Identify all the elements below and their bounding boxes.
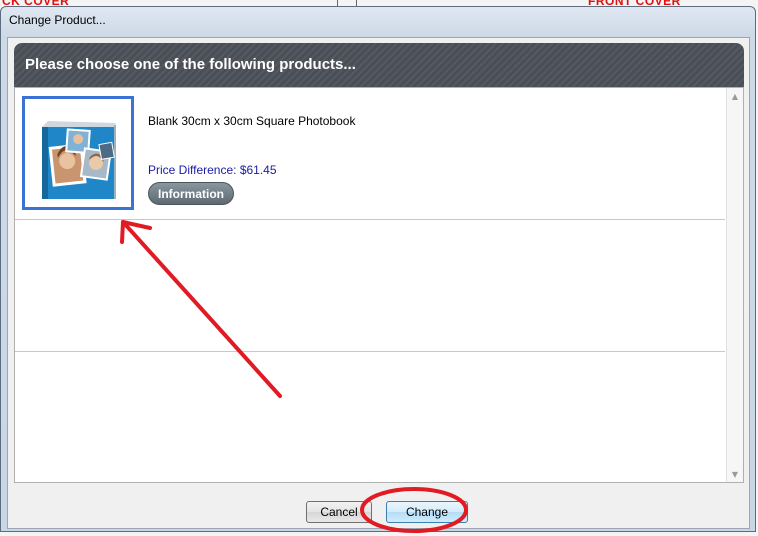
scroll-down-icon[interactable]: ▼: [727, 466, 743, 482]
cancel-button[interactable]: Cancel: [306, 501, 372, 523]
photobook-image: [42, 121, 116, 199]
change-button[interactable]: Change: [386, 501, 468, 523]
product-row[interactable]: Blank 30cm x 30cm Square Photobook Price…: [15, 88, 725, 220]
header-banner: Please choose one of the following produ…: [14, 43, 744, 87]
dialog-content: Please choose one of the following produ…: [7, 37, 750, 529]
list-scrollbar[interactable]: ▲ ▼: [726, 88, 743, 482]
information-button[interactable]: Information: [148, 182, 234, 205]
product-thumbnail[interactable]: [22, 96, 134, 210]
product-name: Blank 30cm x 30cm Square Photobook: [148, 114, 356, 128]
price-difference: Price Difference: $61.45: [148, 163, 277, 177]
banner-text: Please choose one of the following produ…: [25, 56, 356, 73]
empty-product-row: [15, 220, 725, 352]
change-product-dialog: Change Product... Please choose one of t…: [0, 6, 756, 532]
product-list: Blank 30cm x 30cm Square Photobook Price…: [14, 87, 744, 483]
scroll-up-icon[interactable]: ▲: [727, 88, 743, 104]
dialog-title: Change Product...: [9, 13, 106, 27]
